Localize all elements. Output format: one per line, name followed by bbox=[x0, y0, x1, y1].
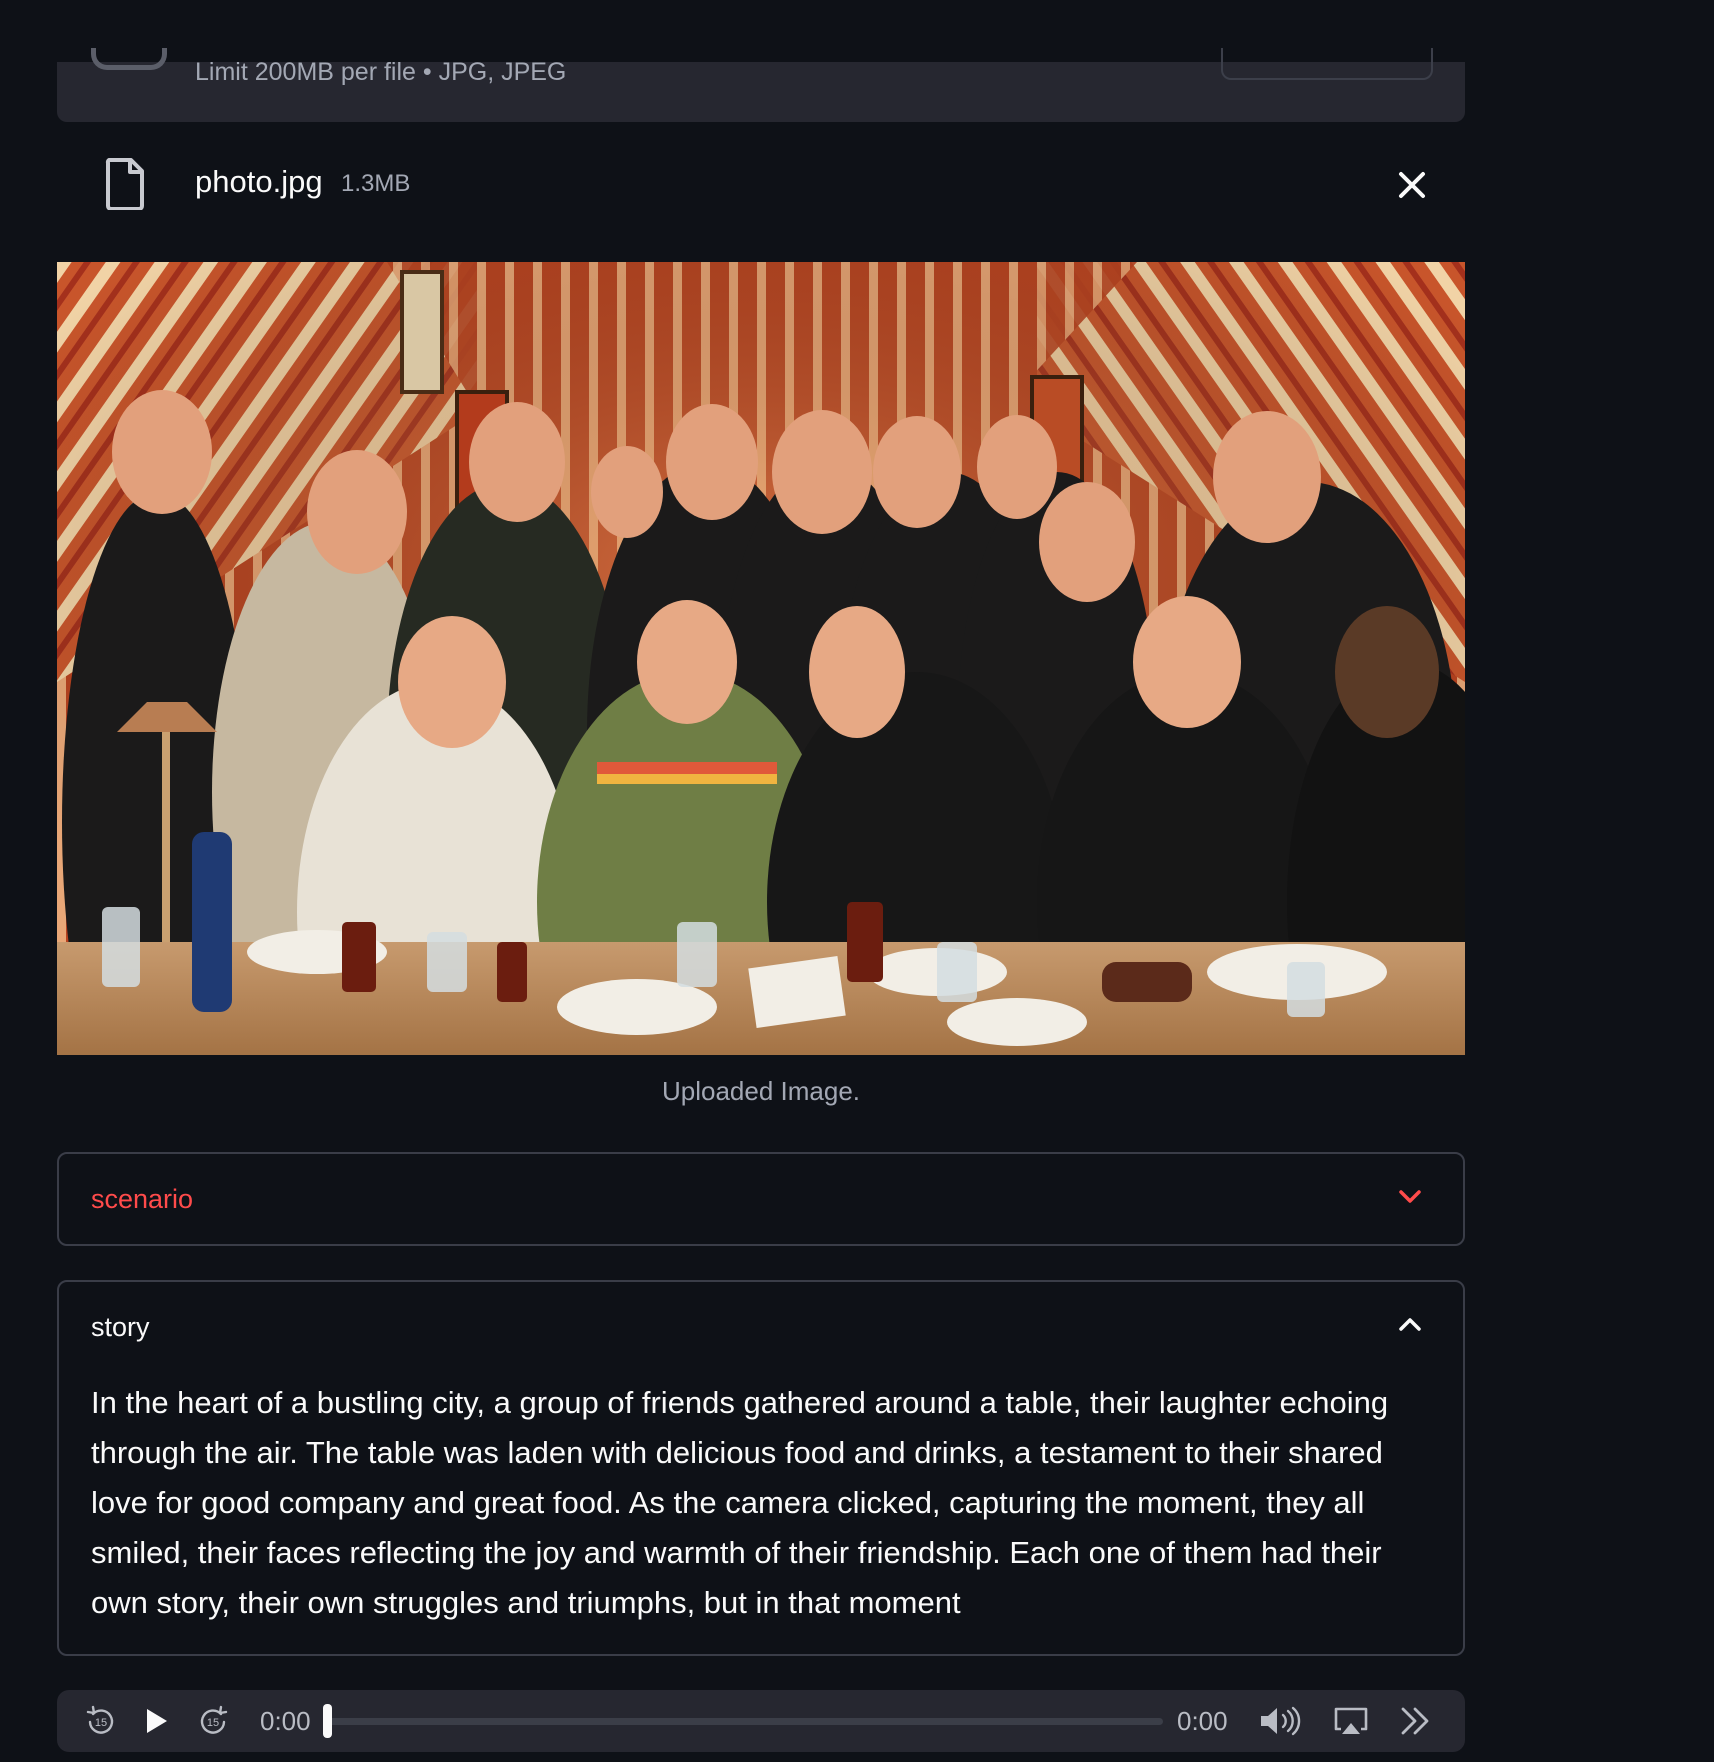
play-button[interactable] bbox=[141, 1705, 171, 1742]
browse-files-button[interactable] bbox=[1221, 48, 1433, 80]
story-expander-header[interactable]: story bbox=[59, 1282, 1463, 1374]
duration-time: 0:00 bbox=[1177, 1706, 1228, 1736]
uploaded-photo bbox=[57, 262, 1465, 1055]
airplay-button[interactable] bbox=[1333, 1705, 1369, 1742]
file-uploader-dropzone[interactable]: Limit 200MB per file • JPG, JPEG bbox=[57, 48, 1465, 122]
double-chevron-right-icon bbox=[1401, 1707, 1429, 1735]
chevron-down-icon bbox=[1397, 1184, 1423, 1215]
rewind-seconds: 15 bbox=[95, 1717, 107, 1729]
airplay-icon bbox=[1334, 1707, 1368, 1734]
rewind-15-button[interactable]: 15 bbox=[85, 1705, 117, 1742]
forward-seconds: 15 bbox=[207, 1717, 219, 1729]
file-icon bbox=[105, 158, 145, 215]
scenario-expander-title: scenario bbox=[91, 1184, 194, 1214]
forward-icon: 15 bbox=[200, 1705, 228, 1734]
volume-icon bbox=[1261, 1706, 1301, 1736]
story-expander-title: story bbox=[91, 1312, 150, 1342]
seek-handle[interactable] bbox=[323, 1704, 332, 1738]
file-name: photo.jpg bbox=[195, 164, 323, 199]
chevron-up-icon bbox=[1397, 1312, 1423, 1343]
uploaded-file-row: photo.jpg 1.3MB bbox=[57, 150, 1465, 220]
forward-15-button[interactable]: 15 bbox=[197, 1705, 229, 1742]
upload-limit-text: Limit 200MB per file • JPG, JPEG bbox=[195, 58, 567, 86]
close-icon bbox=[1399, 172, 1425, 198]
remove-file-button[interactable] bbox=[1387, 160, 1437, 210]
upload-cloud-icon bbox=[91, 48, 167, 70]
seek-bar[interactable] bbox=[327, 1718, 1163, 1725]
volume-button[interactable] bbox=[1257, 1705, 1305, 1742]
rewind-icon: 15 bbox=[86, 1705, 114, 1734]
image-caption: Uploaded Image. bbox=[661, 1076, 861, 1106]
scenario-expander: scenario bbox=[57, 1152, 1465, 1246]
story-text: In the heart of a bustling city, a group… bbox=[91, 1385, 1389, 1620]
current-time: 0:00 bbox=[260, 1706, 311, 1736]
app-page: Limit 200MB per file • JPG, JPEG photo.j… bbox=[0, 0, 1714, 1762]
more-options-button[interactable] bbox=[1399, 1705, 1433, 1742]
story-expander: story In the heart of a bustling city, a… bbox=[57, 1280, 1465, 1656]
audio-player: 15 15 0:00 0:00 bbox=[57, 1690, 1465, 1752]
file-size: 1.3MB bbox=[341, 170, 411, 197]
scenario-expander-header[interactable]: scenario bbox=[59, 1154, 1463, 1246]
play-icon bbox=[147, 1709, 167, 1733]
